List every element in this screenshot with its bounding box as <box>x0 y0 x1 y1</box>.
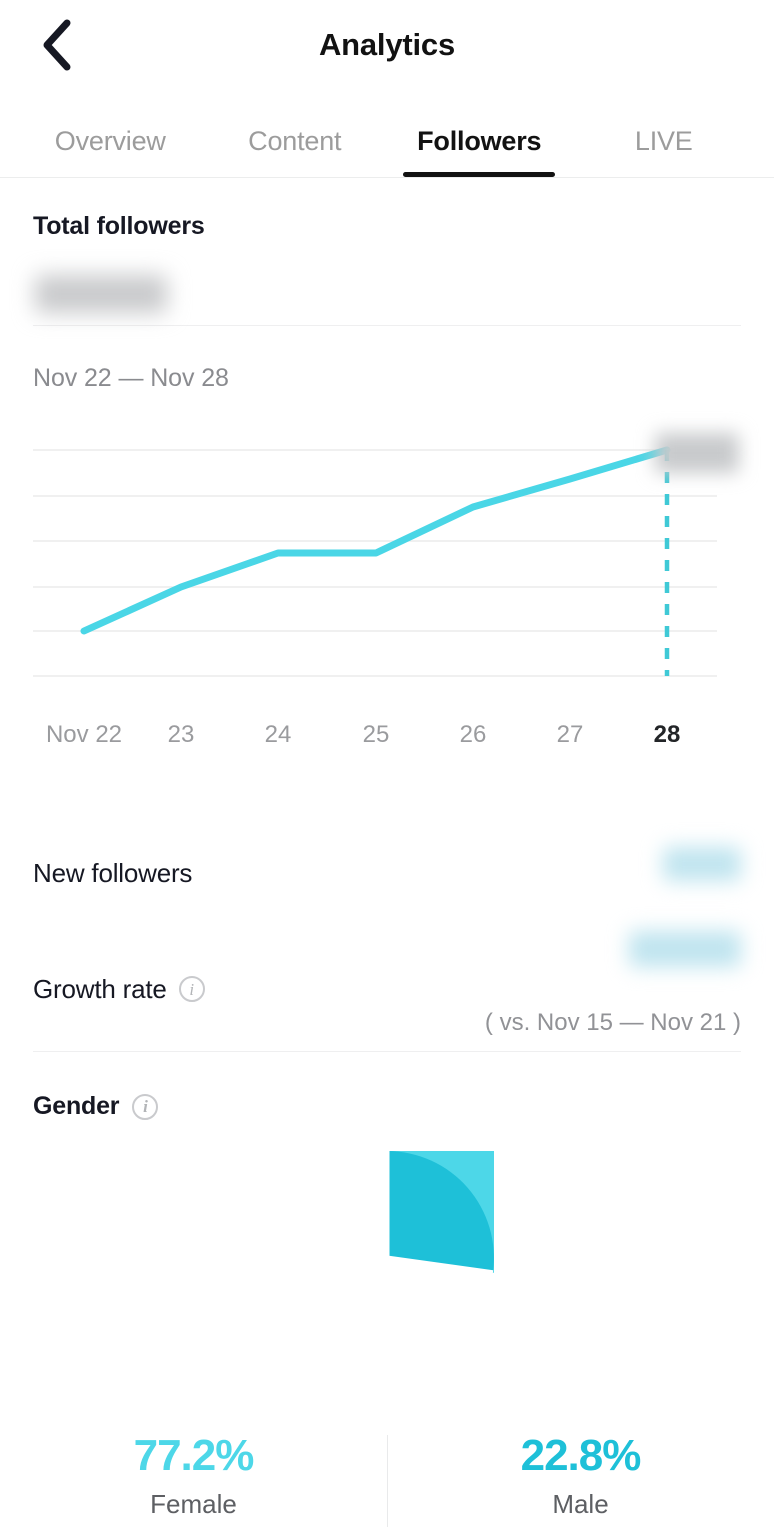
analytics-followers-screen: Analytics Overview Content Followers LIV… <box>0 0 774 1536</box>
tab-overview[interactable]: Overview <box>18 126 203 177</box>
gender-legend: 77.2% Female 22.8% Male <box>0 1431 774 1527</box>
tab-live[interactable]: LIVE <box>572 126 757 177</box>
legend-item-male: 22.8% Male <box>387 1431 774 1520</box>
growth-rate-value-redacted <box>629 931 741 967</box>
x-tick-6: 28 <box>653 721 681 748</box>
male-label: Male <box>552 1489 609 1520</box>
x-tick-1: 23 <box>167 721 195 748</box>
pie-svg <box>384 1058 600 1276</box>
gender-block: Gender i <box>0 1052 774 1121</box>
total-followers-label: Total followers <box>33 212 205 240</box>
new-followers-label: New followers <box>33 857 193 888</box>
growth-rate-label: Growth rate i <box>33 974 205 1005</box>
pie-graphic <box>280 1058 600 1365</box>
female-label: Female <box>150 1489 237 1520</box>
tab-bar: Overview Content Followers LIVE <box>0 90 774 178</box>
total-followers-value <box>33 271 741 325</box>
gender-label: Gender <box>33 1092 120 1120</box>
chart-gridlines <box>33 449 717 677</box>
total-followers-value-redacted <box>35 275 167 313</box>
chart-tooltip-redacted <box>655 433 739 473</box>
chart-date-range: Nov 22 — Nov 28 <box>33 364 229 392</box>
new-followers-value-redacted <box>663 847 741 881</box>
followers-line-chart[interactable] <box>0 417 774 717</box>
app-header: Analytics <box>0 0 774 90</box>
x-tick-4: 26 <box>459 721 487 748</box>
x-tick-2: 24 <box>264 721 292 748</box>
growth-rate-label-text: Growth rate <box>33 973 167 1004</box>
tab-content[interactable]: Content <box>203 126 388 177</box>
gender-heading: Gender i <box>33 1092 741 1121</box>
back-button[interactable] <box>30 18 84 72</box>
x-tick-0: Nov 22 <box>45 721 123 748</box>
growth-rate-comparison: ( vs. Nov 15 — Nov 21 ) <box>484 1009 741 1036</box>
info-icon[interactable]: i <box>178 976 205 1002</box>
female-percentage: 77.2% <box>133 1431 255 1480</box>
legend-divider <box>387 1435 388 1527</box>
male-percentage: 22.8% <box>520 1431 642 1480</box>
chart-x-axis: Nov 22 23 24 25 26 27 28 <box>0 721 774 767</box>
gender-pie-chart <box>0 1058 774 1397</box>
x-tick-3: 25 <box>362 721 390 748</box>
stat-row-new-followers[interactable]: New followers <box>0 819 774 927</box>
legend-item-female: 77.2% Female <box>0 1431 387 1520</box>
total-followers-block: Total followers <box>0 178 774 325</box>
stat-row-growth-rate[interactable]: Growth rate i ( vs. Nov 15 — Nov 21 ) <box>0 927 774 1051</box>
page-title: Analytics <box>318 27 456 62</box>
info-icon[interactable]: i <box>132 1093 159 1120</box>
chevron-left-icon <box>40 19 74 71</box>
tab-followers[interactable]: Followers <box>387 126 572 177</box>
x-tick-5: 27 <box>556 721 584 748</box>
